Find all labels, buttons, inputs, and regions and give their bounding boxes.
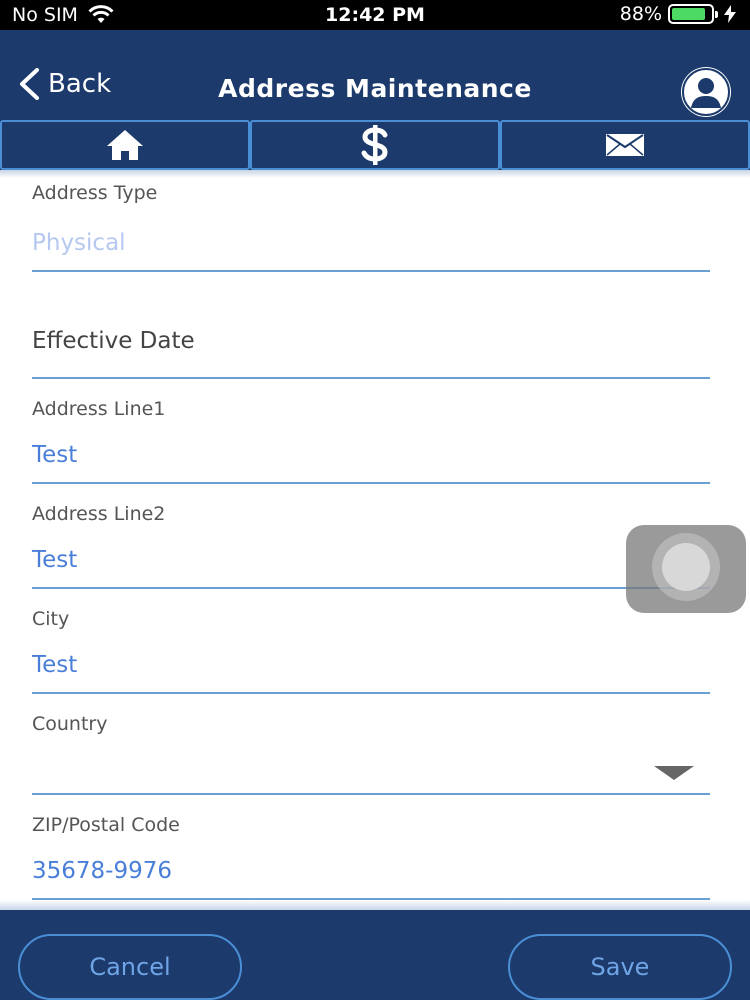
status-bar: No SIM 12:42 PM 88% (0, 0, 750, 30)
battery-fill (672, 8, 706, 20)
zip-value: 35678-9976 (32, 858, 172, 884)
zip-field[interactable]: ZIP/Postal Code 35678-9976 (32, 814, 710, 902)
mail-icon (606, 134, 644, 156)
tab-mail[interactable] (500, 120, 750, 170)
address-line1-label: Address Line1 (32, 398, 166, 420)
address-line2-value: Test (32, 547, 78, 573)
address-type-label: Address Type (32, 182, 158, 204)
field-underline (32, 587, 710, 589)
field-underline (32, 270, 710, 272)
address-line2-field[interactable]: Address Line2 Test (32, 503, 710, 591)
battery-percent: 88% (619, 3, 662, 25)
home-icon (107, 130, 143, 160)
profile-button[interactable] (681, 67, 731, 117)
zip-label: ZIP/Postal Code (32, 814, 180, 836)
tab-payments[interactable] (250, 120, 500, 170)
effective-date-field[interactable]: Effective Date (32, 328, 710, 380)
address-line1-value: Test (32, 442, 78, 468)
effective-date-label: Effective Date (32, 328, 195, 354)
chevron-down-icon[interactable] (654, 766, 694, 780)
city-field[interactable]: City Test (32, 608, 710, 696)
cancel-button[interactable]: Cancel (18, 934, 242, 1000)
field-underline (32, 692, 710, 694)
tab-home[interactable] (0, 120, 250, 170)
address-type-value: Physical (32, 230, 126, 256)
field-underline (32, 482, 710, 484)
city-value: Test (32, 652, 78, 678)
battery-icon (668, 4, 718, 24)
footer-shadow (0, 900, 750, 910)
tab-bar (0, 120, 750, 170)
save-button[interactable]: Save (508, 934, 732, 1000)
status-right: 88% (620, 3, 736, 25)
field-underline (32, 793, 710, 795)
tab-shadow (0, 170, 750, 178)
user-icon (682, 68, 730, 116)
address-line1-field[interactable]: Address Line1 Test (32, 398, 710, 486)
assistive-touch-button[interactable] (626, 525, 746, 613)
page-title: Address Maintenance (218, 74, 532, 103)
footer-bar: Cancel Save (0, 910, 750, 1000)
country-select[interactable]: Country (32, 713, 710, 801)
charging-bolt-icon (724, 5, 736, 23)
address-line2-label: Address Line2 (32, 503, 166, 525)
address-type-field[interactable]: Address Type Physical (32, 182, 710, 272)
city-label: City (32, 608, 70, 630)
nav-header: Back Address Maintenance (0, 30, 750, 120)
country-label: Country (32, 713, 108, 735)
assistive-dot (662, 543, 710, 591)
dollar-icon (361, 125, 388, 165)
field-underline (32, 377, 710, 379)
